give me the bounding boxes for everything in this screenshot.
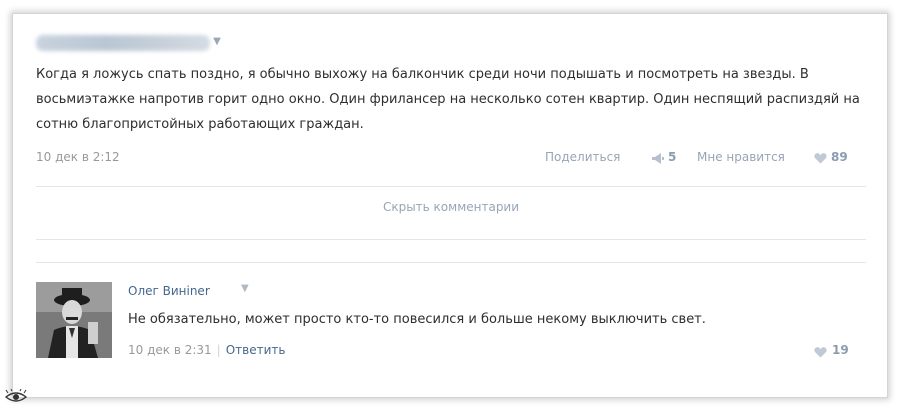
comment-author-link[interactable]: Олег Винiner (128, 284, 210, 298)
share-label: Поделиться (545, 150, 621, 164)
like-label: Мне нравится (697, 150, 785, 164)
divider (36, 239, 866, 240)
divider (36, 186, 866, 187)
post-text: Когда я ложусь спать поздно, я обычно вы… (36, 67, 860, 132)
heart-icon[interactable] (814, 152, 827, 164)
comment-meta: 10 дек в 2:31 | Ответить (128, 343, 285, 357)
share-megaphone-icon[interactable] (651, 152, 665, 165)
comment-like-count[interactable]: 19 (832, 343, 849, 357)
divider (36, 262, 866, 263)
reply-link[interactable]: Ответить (226, 343, 286, 357)
wall-post-card: ▼ Когда я ложусь спать поздно, я обычно … (12, 13, 888, 398)
post-author-blurred[interactable] (36, 35, 210, 51)
share-button[interactable]: Поделиться (545, 150, 620, 164)
post-date[interactable]: 10 дек в 2:12 (36, 150, 120, 164)
eye-logo-icon (4, 389, 28, 402)
comment-meta-separator: | (216, 343, 221, 357)
like-count[interactable]: 89 (831, 150, 848, 164)
share-count[interactable]: 5 (668, 150, 676, 164)
post-menu-chevron-icon[interactable]: ▼ (211, 35, 223, 49)
hide-comments-link[interactable]: Скрыть комментарии (13, 200, 889, 214)
like-button[interactable]: Мне нравится (697, 150, 785, 164)
post-meta: 10 дек в 2:12 Поделиться 5 Мне нравится … (36, 150, 866, 170)
comment-date[interactable]: 10 дек в 2:31 (128, 343, 212, 357)
comment-avatar[interactable] (36, 282, 112, 358)
heart-icon[interactable] (814, 346, 827, 358)
comment-text: Не обязательно, может просто кто-то пове… (128, 312, 706, 327)
comment-menu-chevron-icon[interactable]: ▼ (241, 283, 249, 294)
